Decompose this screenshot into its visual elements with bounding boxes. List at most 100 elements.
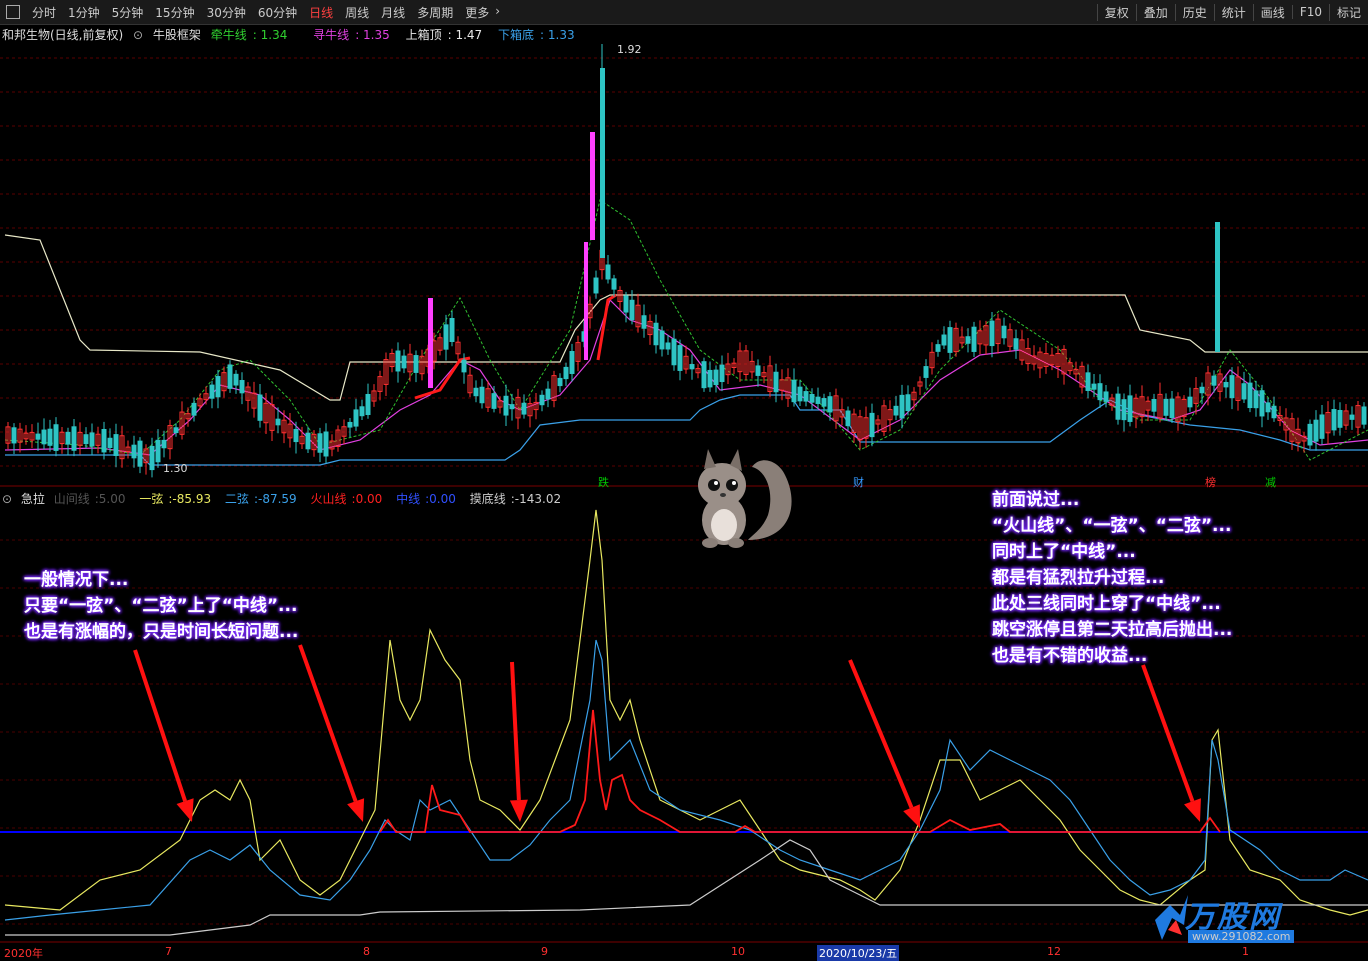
candle-body — [641, 315, 647, 329]
candle-body — [239, 380, 245, 394]
candle-body — [1223, 381, 1229, 388]
annotation-arrow-shaft — [510, 661, 521, 801]
annotation-arrow-head — [347, 798, 365, 822]
candle-body — [845, 410, 851, 427]
annotation-arrow-shaft — [298, 644, 358, 802]
candle-body — [1349, 414, 1355, 420]
annotation-line: 也是有涨幅的，只是时间长短问题... — [24, 622, 299, 642]
candle-body — [47, 428, 53, 446]
high-price-label: 1.92 — [617, 43, 642, 56]
annotation-line: 同时上了“中线”... — [992, 542, 1136, 562]
candle-body — [773, 371, 779, 393]
candle-body — [1169, 398, 1175, 419]
candle-body — [1271, 405, 1277, 419]
annotation-line: 一般情况下... — [24, 570, 129, 590]
candle-body — [1199, 386, 1205, 394]
candle-body — [395, 350, 401, 372]
candle-body — [797, 386, 803, 402]
candle-body — [947, 327, 953, 353]
mark-jian[interactable]: 减 — [1263, 474, 1278, 490]
highlight-bar — [1215, 222, 1220, 352]
annotation-arrow-head — [1184, 798, 1201, 822]
candle-body — [479, 386, 485, 404]
candle-body — [305, 432, 311, 450]
squirrel-icon — [698, 449, 792, 548]
candle-body — [215, 376, 221, 398]
candle-body — [1115, 393, 1121, 420]
candle-body — [113, 434, 119, 456]
candle-body — [1229, 375, 1235, 399]
candle-body — [461, 359, 467, 373]
candle-body — [233, 373, 239, 386]
candle-body — [1211, 375, 1217, 386]
candle-body — [569, 351, 575, 374]
candle-body — [803, 391, 809, 402]
candle-body — [713, 369, 719, 386]
candle-body — [659, 330, 665, 350]
candle-body — [1361, 406, 1367, 425]
annotation-arrow-shaft — [848, 659, 914, 809]
candle-body — [1013, 338, 1019, 350]
candle-body — [347, 421, 353, 428]
annotation-line: 前面说过... — [992, 490, 1080, 510]
date-cursor-label: 2020/10/23/五 — [817, 945, 900, 961]
date-label: 8 — [363, 945, 370, 958]
candle-body — [605, 264, 611, 280]
candle-body — [1187, 396, 1193, 408]
annotation-arrow-shaft — [133, 649, 187, 802]
candle-body — [1127, 395, 1133, 422]
annotation-arrow-head — [176, 798, 194, 822]
kline-chart-area[interactable] — [0, 0, 1368, 961]
candle-body — [293, 428, 299, 443]
candle-body — [965, 336, 971, 344]
candle-body — [449, 317, 455, 343]
annotation-left: 一般情况下... 只要“一弦”、“二弦”上了“中线”... 也是有涨幅的，只是时… — [24, 567, 298, 645]
huoshan-line — [379, 709, 1221, 833]
candle-body — [1085, 372, 1091, 391]
candle-body — [65, 431, 71, 445]
date-label: 9 — [541, 945, 548, 958]
squirrel-sticker — [690, 445, 800, 555]
candle-body — [1331, 409, 1337, 431]
mark-die[interactable]: 跌 — [596, 474, 611, 490]
candle-body — [989, 320, 995, 347]
candle-body — [473, 387, 479, 397]
watermark-url: www.291082.com — [1188, 930, 1295, 943]
mark-cai[interactable]: 财 — [851, 474, 866, 490]
highlight-bar — [428, 298, 433, 388]
candle-body — [629, 299, 635, 321]
candle-body — [1319, 414, 1325, 439]
candle-body — [755, 365, 761, 376]
bull-logo-icon — [1155, 895, 1188, 940]
candle-body — [209, 384, 215, 399]
candle-body — [689, 364, 695, 370]
candle-body — [671, 338, 677, 366]
candle-body — [1247, 382, 1253, 409]
candle-body — [707, 369, 713, 388]
candle-body — [365, 393, 371, 416]
candle-body — [677, 345, 683, 371]
candle-body — [1121, 399, 1127, 421]
candle-body — [701, 361, 707, 389]
candle-body — [563, 366, 569, 380]
candle-body — [35, 433, 41, 440]
candle-body — [509, 404, 515, 410]
candle-body — [893, 405, 899, 416]
candle-body — [101, 428, 107, 453]
candle-body — [161, 439, 167, 449]
candle-body — [971, 326, 977, 352]
candle-body — [83, 434, 89, 445]
highlight-bar — [584, 242, 588, 360]
candle-body — [935, 344, 941, 352]
box-top-line — [4, 234, 1368, 401]
candle-body — [173, 427, 179, 434]
candle-body — [191, 402, 197, 416]
candle-body — [491, 393, 497, 409]
candle-body — [1097, 383, 1103, 401]
candle-body — [323, 431, 329, 457]
candle-body — [1259, 390, 1265, 417]
candle-body — [89, 432, 95, 447]
candle-body — [827, 396, 833, 413]
candle-body — [1337, 409, 1343, 428]
candle-body — [809, 393, 815, 403]
